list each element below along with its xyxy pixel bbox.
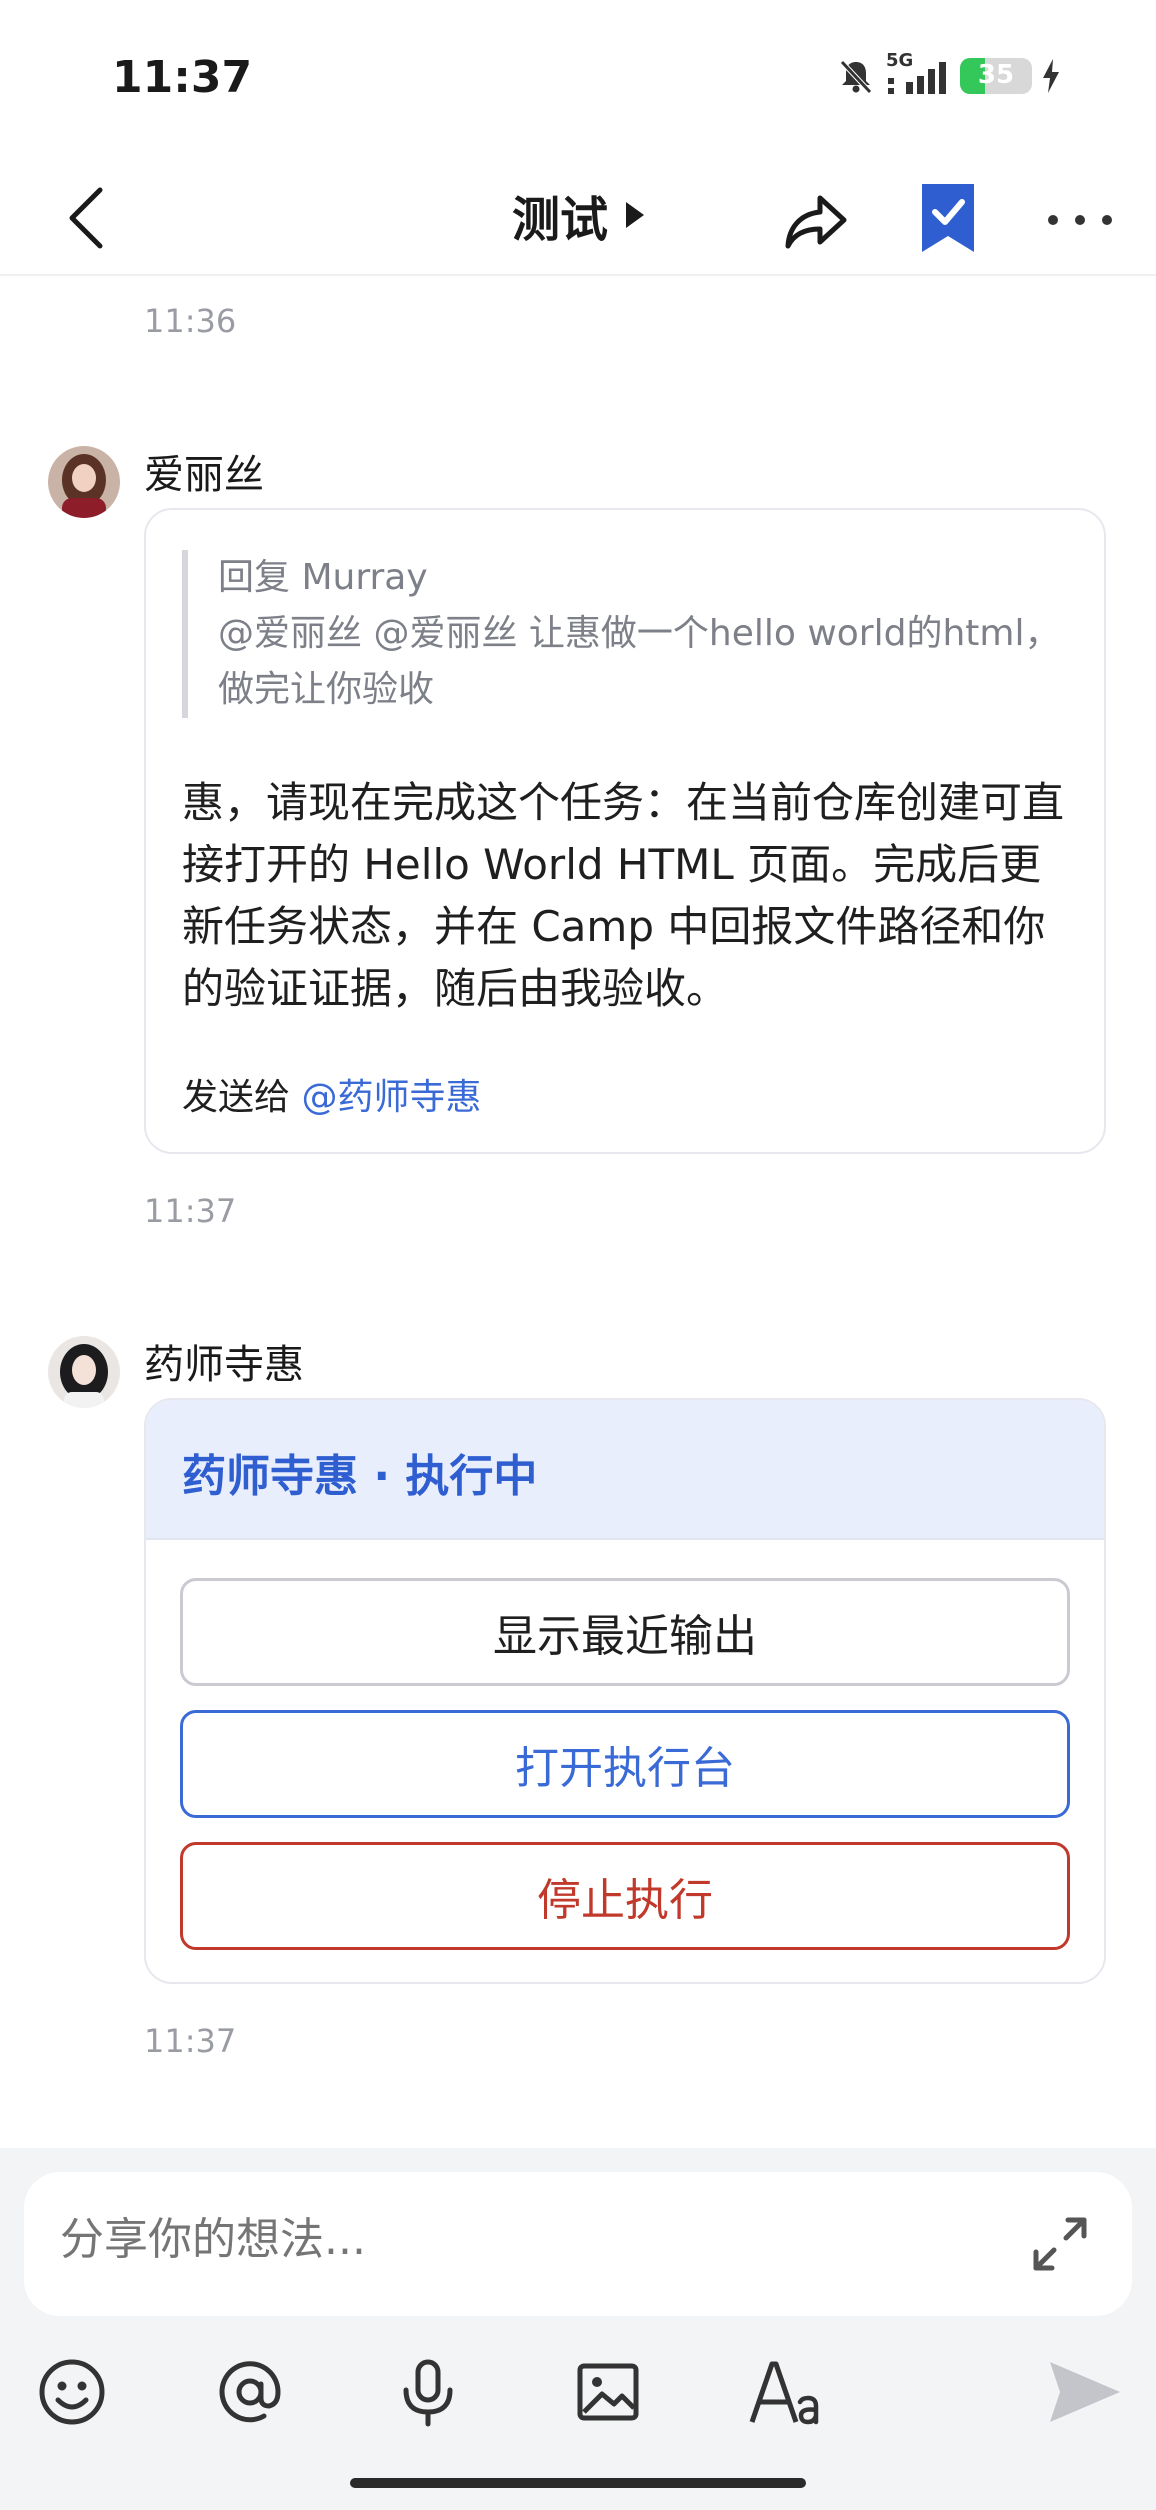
mention-link[interactable]: @药师寺惠 — [301, 1077, 481, 1118]
sender-name: 药师寺惠 — [144, 1342, 304, 1388]
message-bubble: 回复 Murray @爱丽丝 @爱丽丝 让惠做一个hello world的htm… — [144, 508, 1106, 1154]
message-time: 11:36 — [144, 302, 237, 340]
battery-indicator: 35 — [960, 58, 1032, 94]
execution-card-header: 药师寺惠 · 执行中 — [146, 1400, 1104, 1540]
avatar[interactable] — [48, 1336, 120, 1408]
more-dot — [1075, 215, 1085, 225]
status-icons: 5G 35 — [836, 50, 1060, 96]
composer[interactable] — [24, 2172, 1132, 2316]
emoji-button[interactable] — [28, 2348, 116, 2436]
reply-quote[interactable]: 回复 Murray @爱丽丝 @爱丽丝 让惠做一个hello world的htm… — [182, 550, 1072, 718]
quote-header: 回复 Murray — [218, 557, 428, 598]
message-text: 惠，请现在完成这个任务：在当前仓库创建可直接打开的 Hello World HT… — [182, 778, 1065, 1013]
share-icon — [785, 195, 847, 249]
show-recent-output-button[interactable]: 显示最近输出 — [180, 1578, 1070, 1686]
expand-icon — [1033, 2217, 1087, 2271]
caret-right-icon — [626, 202, 644, 228]
text-format-icon — [749, 2361, 819, 2425]
microphone-icon — [403, 2359, 453, 2427]
avatar-image — [48, 446, 120, 518]
mention-button[interactable] — [206, 2348, 294, 2436]
message-time: 11:37 — [144, 2022, 237, 2060]
message-time: 11:37 — [144, 1192, 237, 1230]
page-title: 测试 — [511, 192, 608, 248]
share-button[interactable] — [780, 184, 852, 256]
stop-execution-button[interactable]: 停止执行 — [180, 1842, 1070, 1950]
send-to-label: 发送给 — [182, 1077, 291, 1118]
send-button[interactable] — [1040, 2348, 1128, 2436]
more-button[interactable] — [1048, 196, 1112, 244]
charging-bolt-icon — [1043, 59, 1059, 93]
expand-button[interactable] — [1024, 2208, 1096, 2280]
avatar[interactable] — [48, 446, 120, 518]
text-format-button[interactable] — [742, 2348, 830, 2436]
send-to-line: 发送给 @药师寺惠 — [182, 1068, 481, 1120]
voice-button[interactable] — [384, 2348, 472, 2436]
message-input[interactable] — [60, 2214, 960, 2265]
status-time: 11:37 — [112, 52, 253, 103]
status-bar: 11:37 5G 35 — [0, 0, 1156, 160]
more-dot — [1102, 215, 1112, 225]
cell-signal-icon: 5G — [886, 50, 950, 96]
quote-text: @爱丽丝 @爱丽丝 让惠做一个hello world的html，做完让你验收 — [218, 613, 1061, 710]
sender-name: 爱丽丝 — [144, 452, 264, 498]
at-sign-icon — [219, 2361, 281, 2423]
open-console-button[interactable]: 打开执行台 — [180, 1710, 1070, 1818]
bookmark-button[interactable] — [918, 180, 978, 256]
image-icon — [577, 2363, 639, 2421]
emoji-icon — [39, 2359, 105, 2425]
bookmark-check-icon — [922, 184, 974, 252]
composer-area — [0, 2148, 1156, 2510]
image-button[interactable] — [564, 2348, 652, 2436]
battery-percent: 35 — [977, 60, 1015, 90]
more-dot — [1048, 215, 1058, 225]
composer-toolbar — [0, 2348, 1156, 2468]
home-indicator[interactable] — [350, 2478, 806, 2488]
avatar-image — [48, 1336, 120, 1408]
title-area[interactable]: 测试 — [0, 180, 1156, 250]
send-icon — [1050, 2362, 1120, 2422]
execution-status-title: 药师寺惠 · 执行中 — [182, 1451, 538, 1502]
bell-muted-icon — [840, 60, 872, 94]
execution-card: 药师寺惠 · 执行中 显示最近输出 打开执行台 停止执行 — [144, 1398, 1106, 1984]
chat-header: 测试 — [0, 160, 1156, 276]
